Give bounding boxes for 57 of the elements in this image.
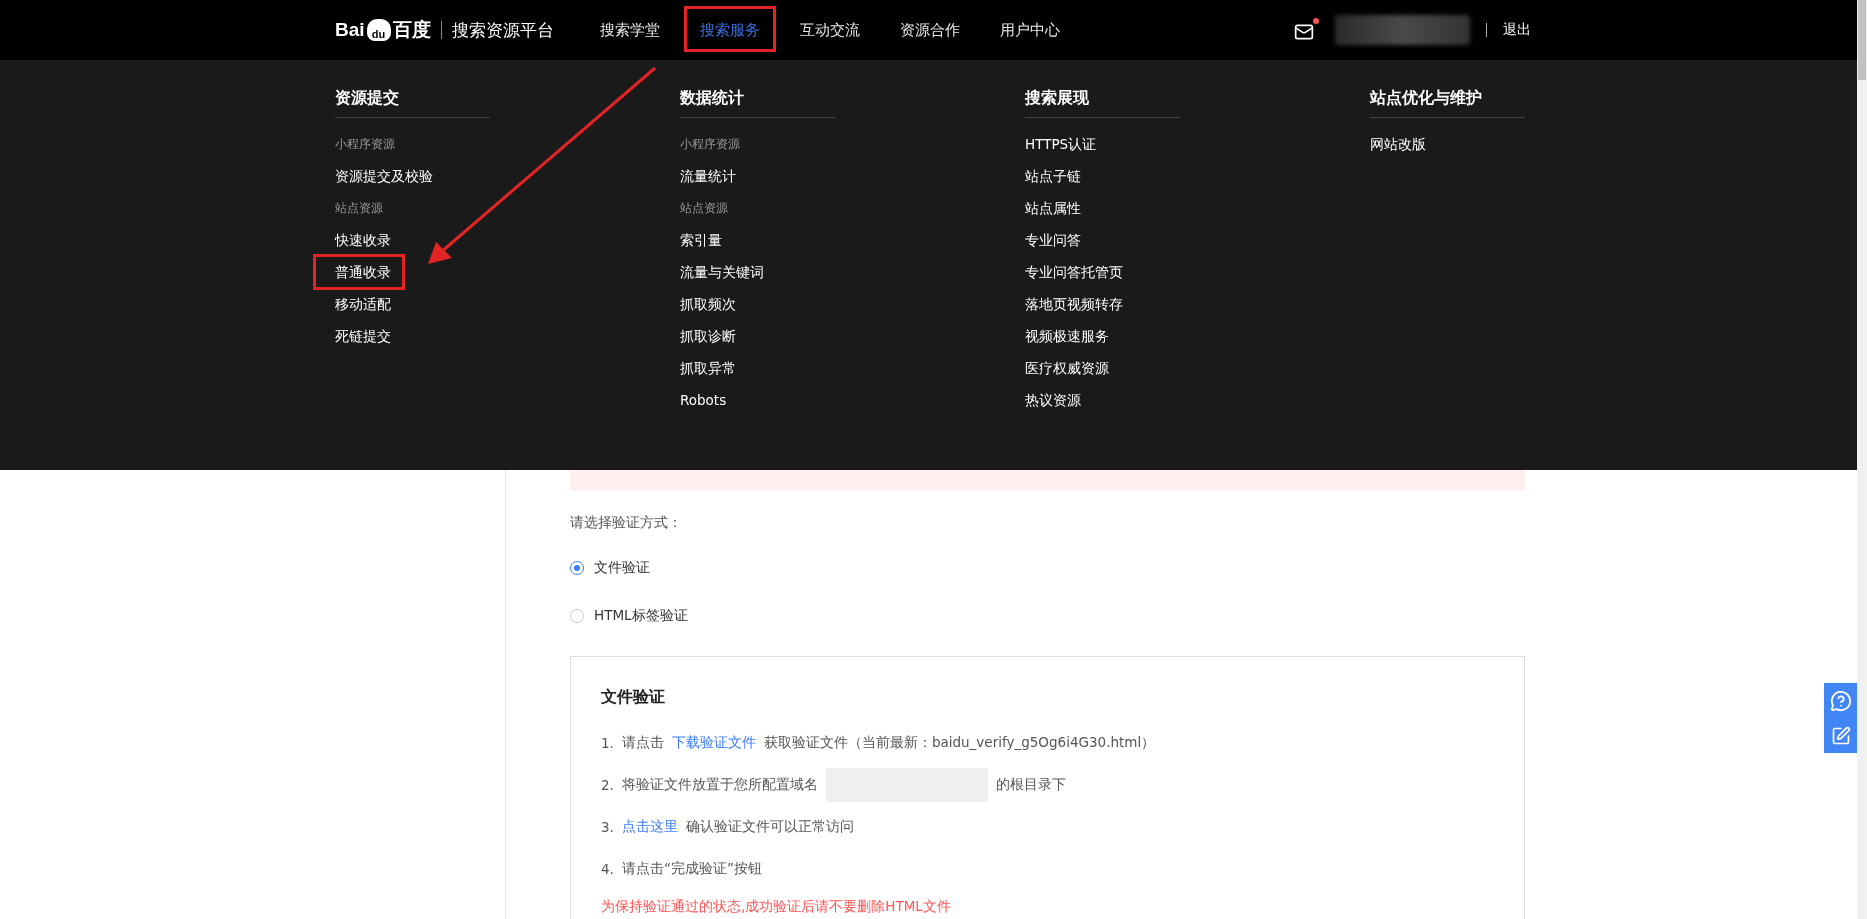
menu-heading: 资源提交 — [335, 88, 490, 118]
menu-item[interactable]: 专业问答托管页 — [1025, 256, 1123, 288]
menu-item[interactable]: 站点子链 — [1025, 160, 1081, 192]
menu-section-label: 站点资源 — [680, 200, 728, 217]
menu-item[interactable]: 死链提交 — [335, 320, 391, 352]
logout-link[interactable]: 退出 — [1503, 21, 1531, 39]
step-text: 请点击“完成验证”按钮 — [621, 860, 762, 878]
menu-item[interactable]: 流量统计 — [680, 160, 736, 192]
menu-heading: 搜索展现 — [1025, 88, 1180, 118]
step-number: 1. — [601, 735, 614, 751]
step-link[interactable]: 点击这里 — [621, 818, 678, 836]
menu-item[interactable]: 专业问答 — [1025, 224, 1081, 256]
menu-item[interactable]: 热议资源 — [1025, 384, 1081, 416]
step-number: 2. — [601, 777, 614, 793]
menu-section-label: 小程序资源 — [335, 136, 395, 153]
menu-item[interactable]: 抓取频次 — [680, 288, 736, 320]
menu-item[interactable]: 网站改版 — [1370, 128, 1426, 160]
menu-item[interactable]: 资源提交及校验 — [335, 160, 433, 192]
platform-title: 搜索资源平台 — [440, 21, 554, 39]
nav-tab[interactable]: 互动交流 — [779, 0, 880, 60]
nav-tab[interactable]: 搜索学堂 — [579, 0, 680, 60]
scrollbar[interactable] — [1857, 0, 1867, 919]
step-text: 将验证文件放置于您所配置域名 — [621, 776, 818, 794]
menu-item[interactable]: HTTPS认证 — [1025, 128, 1097, 160]
step-text: 获取验证文件（当前最新：baidu_verify_g5Og6i4G30.html） — [763, 734, 1156, 752]
menu-section-label: 小程序资源 — [680, 136, 740, 153]
step-text: 确认验证文件可以正常访问 — [685, 818, 854, 836]
nav-tab[interactable]: 搜索服务 — [679, 0, 780, 60]
warning-note: 为保持验证通过的状态,成功验证后请不要删除HTML文件 — [601, 898, 952, 916]
menu-item[interactable]: 视频极速服务 — [1025, 320, 1109, 352]
step-text: 请点击 — [621, 734, 664, 752]
step-link[interactable]: 下载验证文件 — [671, 734, 756, 752]
panel-title: 文件验证 — [601, 687, 666, 708]
menu-item[interactable]: 医疗权威资源 — [1025, 352, 1109, 384]
menu-item[interactable]: 落地页视频转存 — [1025, 288, 1123, 320]
step-number: 3. — [601, 819, 614, 835]
menu-heading: 站点优化与维护 — [1370, 88, 1525, 118]
menu-heading: 数据统计 — [680, 88, 835, 118]
radio-option[interactable]: HTML标签验证 — [570, 604, 1525, 628]
nav-tab[interactable]: 资源合作 — [879, 0, 980, 60]
menu-item[interactable]: 站点属性 — [1025, 192, 1081, 224]
menu-section-label: 站点资源 — [335, 200, 383, 217]
menu-item[interactable]: Robots — [680, 384, 727, 416]
mail-icon[interactable] — [1294, 18, 1319, 42]
menu-item[interactable]: 普通收录 — [335, 256, 391, 288]
logo[interactable]: Bai du 百度 — [335, 17, 431, 43]
menu-item[interactable]: 索引量 — [680, 224, 722, 256]
menu-item[interactable]: 抓取异常 — [680, 352, 736, 384]
menu-item[interactable]: 移动适配 — [335, 288, 391, 320]
step-text: 的根目录下 — [995, 776, 1066, 794]
menu-item[interactable]: 流量与关键词 — [680, 256, 764, 288]
radio-option[interactable]: 文件验证 — [570, 556, 1525, 580]
nav-tab[interactable]: 用户中心 — [979, 0, 1080, 60]
menu-item[interactable]: 快速收录 — [335, 224, 391, 256]
prompt-label: 请选择验证方式： — [570, 514, 683, 532]
menu-item[interactable]: 抓取诊断 — [680, 320, 736, 352]
step-number: 4. — [601, 861, 614, 877]
